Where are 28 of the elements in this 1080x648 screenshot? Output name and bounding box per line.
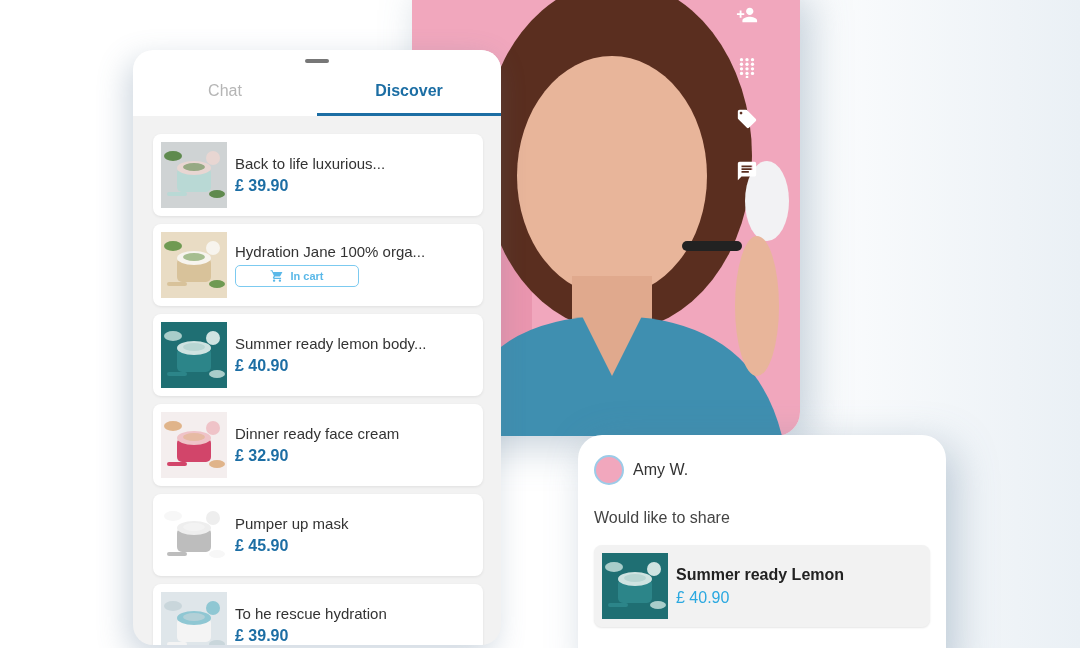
product-name: Hydration Jane 100% orga...: [235, 243, 426, 260]
tag-icon[interactable]: [736, 108, 758, 130]
product-card[interactable]: Back to life luxurious... £ 39.90: [153, 134, 483, 216]
product-card[interactable]: To he rescue hydration £ 39.90: [153, 584, 483, 645]
product-price: £ 39.90: [235, 177, 290, 195]
product-card[interactable]: Hydration Jane 100% orga... In cart: [153, 224, 483, 306]
chat-icon[interactable]: [736, 160, 758, 182]
sender-name: Amy W.: [633, 461, 689, 479]
drag-handle[interactable]: [305, 59, 329, 63]
product-price: £ 40.90: [235, 357, 290, 375]
product-name: Dinner ready face cream: [235, 425, 400, 442]
cart-icon: [270, 269, 285, 283]
product-price: £ 45.90: [235, 537, 290, 555]
product-card[interactable]: Summer ready lemon body... £ 40.90: [153, 314, 483, 396]
product-name: Back to life luxurious...: [235, 155, 386, 172]
product-card[interactable]: Pumper up mask £ 45.90: [153, 494, 483, 576]
product-name: To he rescue hydration: [235, 605, 387, 622]
product-name: Summer ready Lemon: [676, 565, 845, 584]
product-price: £ 39.90: [235, 627, 290, 645]
share-message: Would like to share: [594, 509, 731, 527]
product-name: Summer ready lemon body...: [235, 335, 427, 352]
product-price: £ 40.90: [676, 588, 731, 607]
avatar: [594, 455, 624, 485]
product-name: Pumper up mask: [235, 515, 349, 532]
shared-product-card[interactable]: Summer ready Lemon £ 40.90: [594, 545, 930, 627]
tab[interactable]: Discover: [317, 68, 501, 116]
product-card[interactable]: Dinner ready face cream £ 32.90: [153, 404, 483, 486]
product-price: £ 32.90: [235, 447, 290, 465]
